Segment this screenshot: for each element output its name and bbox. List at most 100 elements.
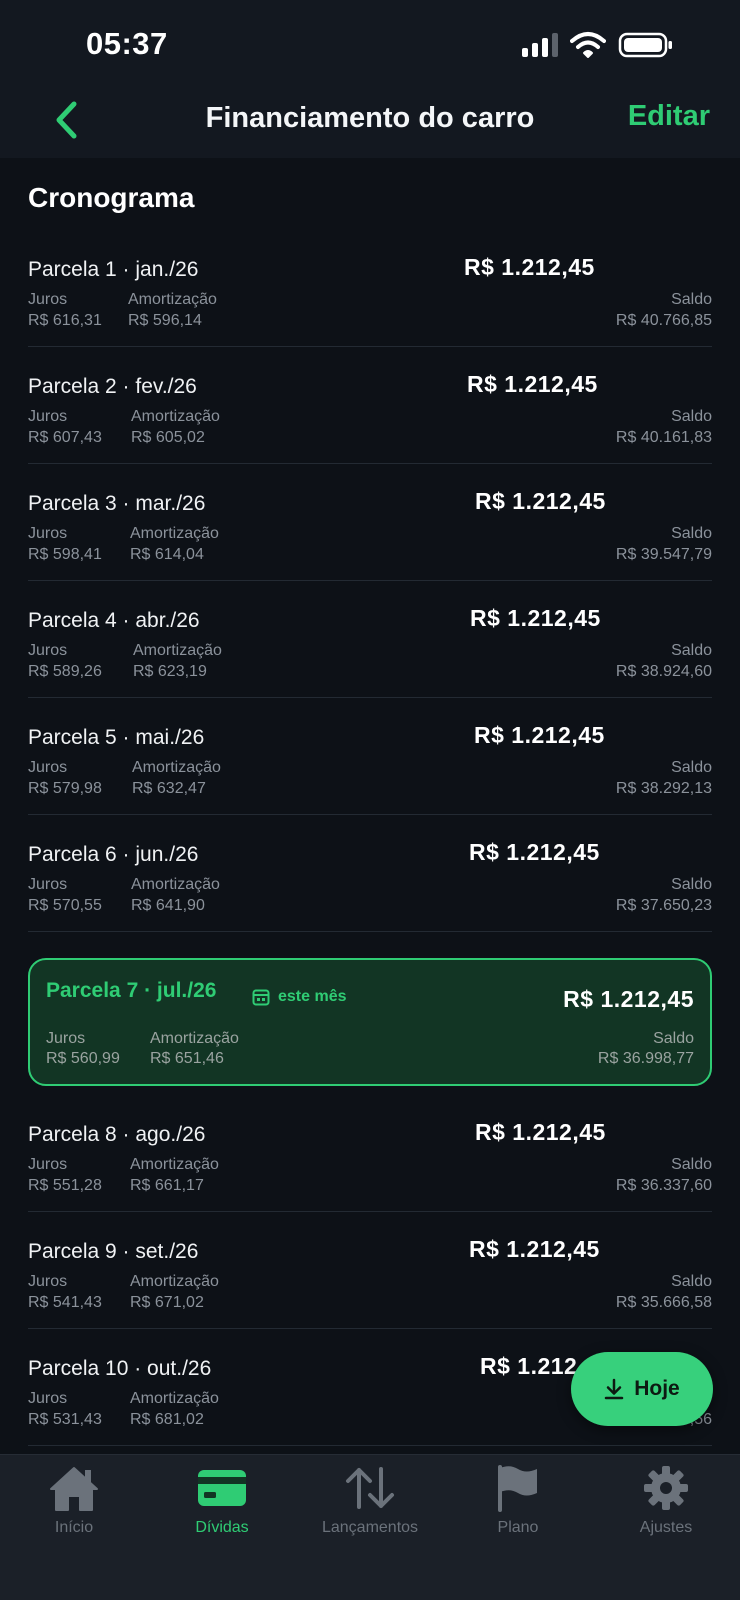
amortizacao-label: Amortização xyxy=(133,642,222,659)
amortizacao-label: Amortização xyxy=(131,408,220,425)
juros-label: Juros xyxy=(46,1030,86,1047)
installment-title: Parcela 7 · jul./26 xyxy=(46,979,217,1002)
saldo-value: R$ 36.998,77 xyxy=(597,1050,694,1067)
installment-title: Parcela 5 · mai./26 xyxy=(28,726,205,749)
saldo-label: Saldo xyxy=(671,642,712,659)
installment-title: Parcela 4 · abr./26 xyxy=(28,609,200,632)
card-icon xyxy=(198,1470,246,1506)
gear-icon xyxy=(644,1466,688,1510)
status-bar: 05:37 xyxy=(0,0,740,88)
amortizacao-value: R$ 651,46 xyxy=(150,1050,224,1067)
battery-icon xyxy=(618,32,672,58)
tab-label: Plano xyxy=(497,1519,539,1536)
tab-bar: Início Dívidas Lançamentos Plano Ajustes xyxy=(0,1454,740,1600)
amortizacao-label: Amortização xyxy=(130,525,219,542)
amortizacao-label: Amortização xyxy=(131,876,220,893)
tab-label: Ajustes xyxy=(639,1519,693,1536)
juros-value: R$ 560,99 xyxy=(46,1050,120,1067)
juros-label: Juros xyxy=(28,642,68,659)
amortizacao-value: R$ 641,90 xyxy=(131,897,205,914)
tab-ajustes[interactable]: Ajustes xyxy=(592,1455,740,1555)
installment-row-8[interactable]: Parcela 8 · ago./26 R$ 1.212,45 Juros Am… xyxy=(28,1095,712,1212)
saldo-label: Saldo xyxy=(671,876,712,893)
installment-title: Parcela 2 · fev./26 xyxy=(28,375,197,398)
installment-amount: R$ 1.212,45 xyxy=(469,1236,600,1262)
juros-value: R$ 598,41 xyxy=(28,546,102,563)
amortizacao-value: R$ 596,14 xyxy=(128,312,202,329)
installment-row-3[interactable]: Parcela 3 · mar./26 R$ 1.212,45 Juros Am… xyxy=(28,464,712,581)
saldo-label: Saldo xyxy=(671,525,712,542)
installment-row-9[interactable]: Parcela 9 · set./26 R$ 1.212,45 Juros Am… xyxy=(28,1212,712,1329)
tab-dividas[interactable]: Dívidas xyxy=(148,1455,296,1555)
amortizacao-label: Amortização xyxy=(132,759,221,776)
amortizacao-label: Amortização xyxy=(150,1030,239,1047)
status-time: 05:37 xyxy=(86,26,168,61)
juros-value: R$ 531,43 xyxy=(28,1411,102,1428)
tab-lancamentos[interactable]: Lançamentos xyxy=(296,1455,444,1555)
saldo-value: R$ 39.547,79 xyxy=(615,546,712,563)
tab-label: Lançamentos xyxy=(321,1519,419,1536)
saldo-label: Saldo xyxy=(671,408,712,425)
juros-value: R$ 579,98 xyxy=(28,780,102,797)
juros-label: Juros xyxy=(28,1273,68,1290)
installment-amount: R$ 1.212,45 xyxy=(467,371,598,397)
saldo-value: R$ 40.161,83 xyxy=(615,429,712,446)
screen: 05:37 Financiamento do carro Editar Cron… xyxy=(0,0,740,1600)
saldo-value: R$ 35.666,58 xyxy=(615,1294,712,1311)
juros-value: R$ 607,43 xyxy=(28,429,102,446)
tab-inicio[interactable]: Início xyxy=(0,1455,148,1555)
saldo-value: R$ 37.650,23 xyxy=(615,897,712,914)
installment-amount: R$ 1.212,45 xyxy=(474,722,605,748)
saldo-label: Saldo xyxy=(653,1030,694,1047)
juros-label: Juros xyxy=(28,1390,68,1407)
saldo-value: R$ 38.292,13 xyxy=(615,780,712,797)
installment-row-4[interactable]: Parcela 4 · abr./26 R$ 1.212,45 Juros Am… xyxy=(28,581,712,698)
installment-amount: R$ 1.212,45 xyxy=(475,1119,606,1145)
installment-title: Parcela 6 · jun./26 xyxy=(28,843,199,866)
installment-title: Parcela 9 · set./26 xyxy=(28,1240,199,1263)
amortizacao-value: R$ 605,02 xyxy=(131,429,205,446)
installment-row-6[interactable]: Parcela 6 · jun./26 R$ 1.212,45 Juros Am… xyxy=(28,815,712,932)
installment-title: Parcela 1 · jan./26 xyxy=(28,258,199,281)
juros-label: Juros xyxy=(28,876,68,893)
amortizacao-label: Amortização xyxy=(128,291,217,308)
installment-row-1[interactable]: Parcela 1 · jan./26 R$ 1.212,45 Juros Am… xyxy=(28,230,712,347)
saldo-label: Saldo xyxy=(671,1273,712,1290)
installment-row-5[interactable]: Parcela 5 · mai./26 R$ 1.212,45 Juros Am… xyxy=(28,698,712,815)
tab-plano[interactable]: Plano xyxy=(444,1455,592,1555)
installment-amount: R$ 1.212,45 xyxy=(563,986,694,1012)
current-month-badge: este mês xyxy=(252,988,347,1006)
installment-row-7-current[interactable]: Parcela 7 · jul./26 este mês R$ 1.212,45… xyxy=(28,958,712,1086)
juros-value: R$ 551,28 xyxy=(28,1177,102,1194)
nav-header: Financiamento do carro Editar xyxy=(0,88,740,158)
amortizacao-label: Amortização xyxy=(130,1156,219,1173)
amortizacao-value: R$ 661,17 xyxy=(130,1177,204,1194)
saldo-label: Saldo xyxy=(671,291,712,308)
calendar-icon xyxy=(252,989,270,1006)
schedule-list[interactable]: Cronograma Parcela 1 · jan./26 R$ 1.212,… xyxy=(0,158,740,1454)
installment-amount: R$ 1.212,45 xyxy=(470,605,601,631)
installment-title: Parcela 8 · ago./26 xyxy=(28,1123,206,1146)
juros-value: R$ 541,43 xyxy=(28,1294,102,1311)
section-title: Cronograma xyxy=(28,182,195,213)
amortizacao-value: R$ 681,02 xyxy=(130,1411,204,1428)
arrows-up-down-icon xyxy=(346,1467,394,1509)
tab-label: Início xyxy=(54,1519,94,1536)
today-button[interactable]: Hoje xyxy=(571,1352,713,1426)
amortizacao-value: R$ 632,47 xyxy=(132,780,206,797)
current-month-label: este mês xyxy=(278,988,347,1005)
tab-label: Dívidas xyxy=(195,1519,249,1536)
home-icon xyxy=(50,1467,98,1511)
installment-amount: R$ 1.212,45 xyxy=(464,254,595,280)
juros-value: R$ 589,26 xyxy=(28,663,102,680)
installment-title: Parcela 3 · mar./26 xyxy=(28,492,206,515)
juros-label: Juros xyxy=(28,291,68,308)
status-icons xyxy=(522,30,674,60)
today-button-label: Hoje xyxy=(634,1377,680,1400)
installment-row-2[interactable]: Parcela 2 · fev./26 R$ 1.212,45 Juros Am… xyxy=(28,347,712,464)
edit-button[interactable]: Editar xyxy=(628,100,710,133)
amortizacao-label: Amortização xyxy=(130,1390,219,1407)
juros-label: Juros xyxy=(28,1156,68,1173)
installment-title: Parcela 10 · out./26 xyxy=(28,1357,212,1380)
saldo-value: R$ 36.337,60 xyxy=(615,1177,712,1194)
